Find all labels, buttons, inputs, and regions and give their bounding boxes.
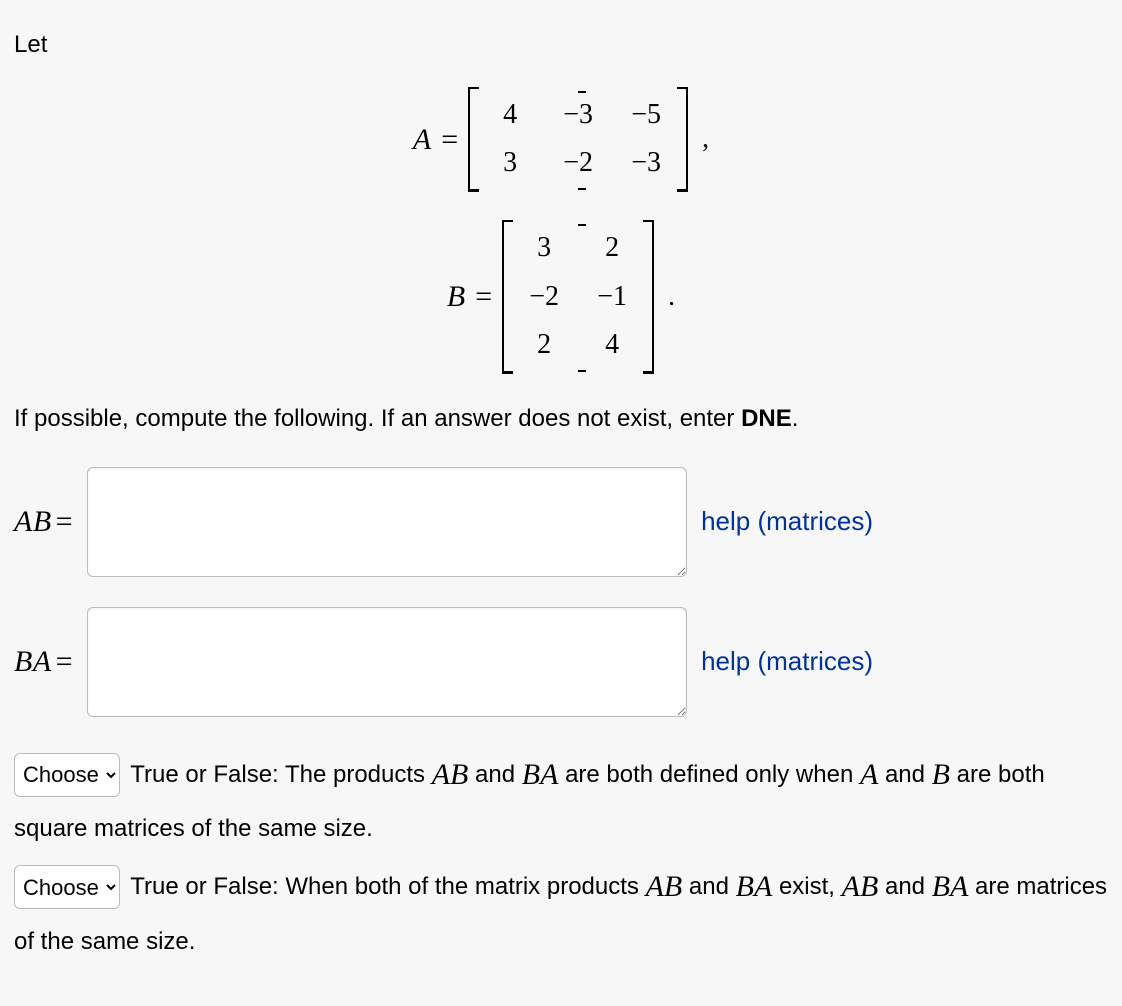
matrix-b: 3 2 −2 −1 2 4 (502, 220, 654, 374)
problem-container: Let A = 4 −3 −5 3 −2 −3 (0, 0, 1122, 1006)
tf-question-1: Choose True or False: The products AB an… (14, 745, 1108, 854)
matrix-b-trail: . (668, 277, 675, 318)
help-matrices-link[interactable]: help (matrices) (701, 643, 873, 681)
tf1-midtext2: are both defined only when (558, 761, 860, 788)
tf-question-2: Choose True or False: When both of the m… (14, 857, 1108, 966)
tf1-pre: True or False: The products (124, 761, 432, 788)
matrix-cell: −1 (578, 273, 646, 322)
matrix-cell: −5 (612, 91, 680, 140)
matrix-cell: 3 (476, 139, 544, 188)
ab-label-text: AB (14, 505, 52, 538)
tf-select-1[interactable]: Choose (14, 753, 120, 797)
tf2-ab: AB (646, 870, 683, 903)
ba-label: BA= (14, 640, 73, 684)
tf2-and2: and (878, 873, 931, 900)
matrix-cell: 3 (510, 224, 578, 273)
tf2-ba2: BA (932, 870, 969, 903)
tf2-ba: BA (736, 870, 773, 903)
tf1-text: True or False: The products AB and BA ar… (14, 761, 1045, 843)
matrix-cell: 4 (578, 321, 646, 370)
ba-input[interactable] (87, 607, 687, 717)
matrix-cell: −2 (544, 139, 612, 188)
matrix-b-block: B = 3 2 −2 −1 2 4 (14, 220, 1108, 374)
matrix-cell: −3 (544, 91, 612, 140)
tf1-a: A (860, 758, 878, 791)
ba-eq: = (56, 645, 73, 678)
tf2-and: and (682, 873, 735, 900)
ab-eq: = (56, 505, 73, 538)
tf1-and1: and (468, 761, 521, 788)
tf2-ab2: AB (842, 870, 879, 903)
tf1-and2: and (878, 761, 931, 788)
matrix-cell: 2 (578, 224, 646, 273)
instruction-post: . (792, 405, 799, 432)
matrix-cell: −2 (510, 273, 578, 322)
instruction-pre: If possible, compute the following. If a… (14, 405, 741, 432)
answer-row-ba: BA= help (matrices) (14, 607, 1108, 717)
help-matrices-link[interactable]: help (matrices) (701, 503, 873, 541)
ab-label: AB= (14, 500, 73, 544)
tf2-text: True or False: When both of the matrix p… (14, 873, 1107, 955)
matrix-cell: 4 (476, 91, 544, 140)
matrix-cell: −3 (612, 139, 680, 188)
tf1-ba: BA (522, 758, 559, 791)
matrix-a-block: A = 4 −3 −5 3 −2 −3 , (14, 87, 1108, 192)
matrix-a-trail: , (702, 119, 709, 160)
tf1-ab: AB (432, 758, 469, 791)
matrix-b-name: B (447, 275, 465, 319)
matrix-a-name: A (413, 118, 431, 162)
ab-input[interactable] (87, 467, 687, 577)
answer-row-ab: AB= help (matrices) (14, 467, 1108, 577)
instruction-dne: DNE (741, 405, 792, 432)
tf1-b: B (932, 758, 950, 791)
equals-sign: = (441, 118, 458, 162)
instruction-text: If possible, compute the following. If a… (14, 402, 1108, 437)
matrix-a: 4 −3 −5 3 −2 −3 (468, 87, 688, 192)
matrix-cell: 2 (510, 321, 578, 370)
tf2-exist: exist, (772, 873, 841, 900)
equals-sign: = (475, 275, 492, 319)
ba-label-text: BA (14, 645, 52, 678)
tf-select-2[interactable]: Choose (14, 865, 120, 909)
intro-text: Let (14, 28, 1108, 63)
tf2-pre: True or False: When both of the matrix p… (124, 873, 646, 900)
